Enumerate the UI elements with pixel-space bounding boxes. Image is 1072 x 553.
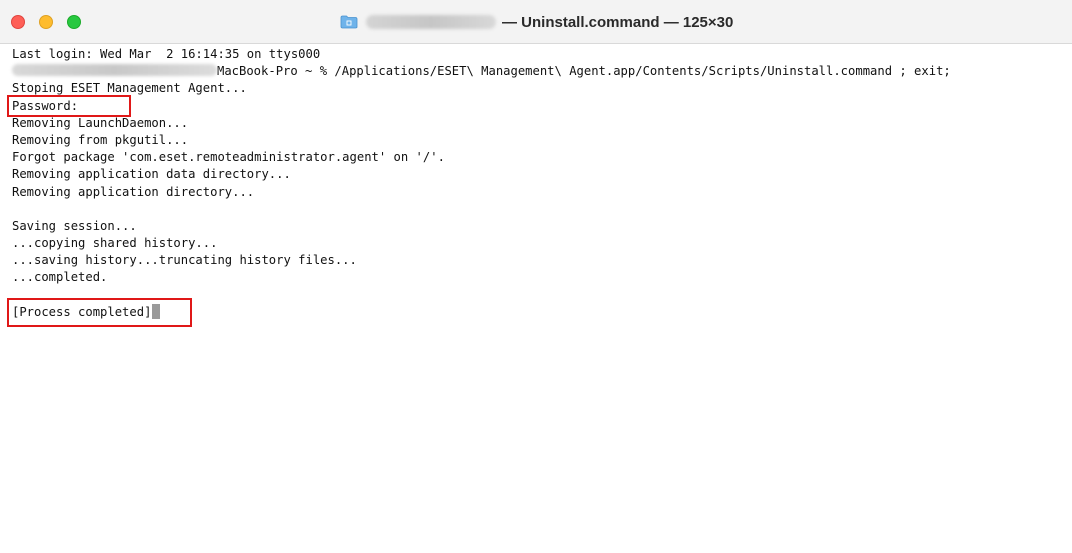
terminal-line: ...copying shared history... bbox=[12, 236, 218, 251]
command-text: MacBook-Pro ~ % /Applications/ESET\ Mana… bbox=[217, 64, 951, 79]
terminal-line: Saving session... bbox=[12, 218, 137, 233]
terminal-line: Removing LaunchDaemon... bbox=[12, 115, 189, 130]
terminal-line: Removing application directory... bbox=[12, 184, 255, 199]
folder-icon bbox=[340, 15, 358, 29]
redacted-username bbox=[366, 15, 496, 29]
terminal-line: Stoping ESET Management Agent... bbox=[12, 81, 247, 96]
terminal-line-command: MacBook-Pro ~ % /Applications/ESET\ Mana… bbox=[12, 63, 1072, 80]
minimize-button[interactable] bbox=[39, 15, 53, 29]
terminal-line: ...saving history...truncating history f… bbox=[12, 253, 357, 268]
terminal-line: Forgot package 'com.eset.remoteadministr… bbox=[12, 150, 445, 165]
redacted-hostname bbox=[12, 64, 217, 77]
close-button[interactable] bbox=[11, 15, 25, 29]
terminal-line: Last login: Wed Mar 2 16:14:35 on ttys00… bbox=[12, 47, 321, 61]
password-prompt: Password: bbox=[12, 98, 79, 113]
zoom-button[interactable] bbox=[67, 15, 81, 29]
terminal-line-process-completed: [Process completed] bbox=[7, 297, 1072, 327]
title-bar[interactable]: — Uninstall.command — 125×30 bbox=[0, 0, 1072, 44]
window-title: — Uninstall.command — 125×30 bbox=[340, 0, 733, 44]
window-title-text: — Uninstall.command — 125×30 bbox=[502, 13, 734, 31]
process-completed-text: [Process completed] bbox=[12, 304, 152, 319]
text-cursor bbox=[152, 303, 161, 319]
terminal-line: ...completed. bbox=[12, 270, 108, 285]
terminal-window: — Uninstall.command — 125×30 Last login:… bbox=[0, 0, 1072, 553]
terminal-line: Removing application data directory... bbox=[12, 167, 291, 182]
terminal-line: Removing from pkgutil... bbox=[12, 132, 189, 147]
terminal-output[interactable]: Last login: Wed Mar 2 16:14:35 on ttys00… bbox=[0, 44, 1072, 553]
terminal-line-password: Password: bbox=[7, 94, 1072, 117]
